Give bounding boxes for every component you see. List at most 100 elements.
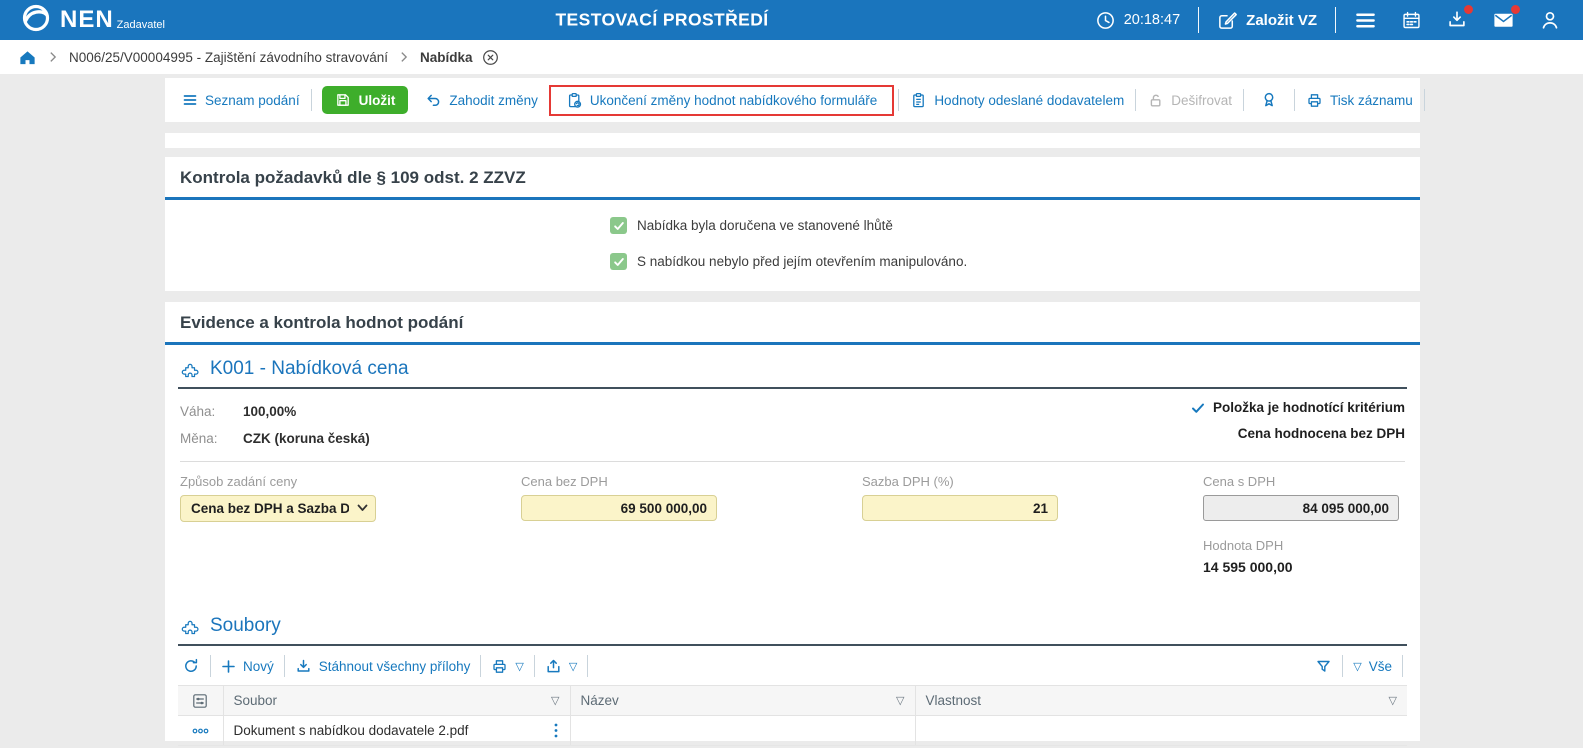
certificate-button[interactable] [1246, 91, 1292, 109]
green-checkbox-icon[interactable] [610, 217, 627, 234]
row-menu-dots-icon[interactable] [552, 722, 560, 739]
create-vz-button[interactable]: Založit VZ [1205, 10, 1329, 31]
vat-amount-block: Hodnota DPH 14 595 000,00 [1203, 538, 1399, 575]
main-menu-button[interactable] [1342, 9, 1389, 32]
user-profile-button[interactable] [1527, 9, 1573, 31]
printer-icon [1306, 92, 1323, 109]
vat-rate-input[interactable] [862, 495, 1058, 521]
decrypt-label: Dešifrovat [1171, 93, 1232, 108]
column-filter-triangle-icon[interactable]: ▽ [1389, 694, 1397, 707]
price-without-vat-input[interactable] [521, 495, 717, 521]
calendar-icon [1401, 10, 1422, 31]
clipboard-icon [910, 92, 927, 109]
price-entry-mode-select[interactable]: Cena bez DPH a Sazba DPH [180, 495, 376, 522]
environment-title: TESTOVACÍ PROSTŘEDÍ [555, 10, 768, 31]
flag-price-without-vat: Cena hodnocena bez DPH [1191, 426, 1405, 441]
close-tab-icon[interactable] [482, 49, 499, 66]
divider [534, 655, 535, 677]
column-header-vlastnost[interactable]: Vlastnost ▽ [915, 686, 1407, 716]
refresh-button[interactable] [180, 657, 208, 675]
column-settings-header[interactable] [178, 686, 223, 716]
column-header-soubor[interactable]: Soubor ▽ [223, 686, 570, 716]
divider [1402, 655, 1403, 677]
kontrola-section: Kontrola požadavků dle § 109 odst. 2 ZZV… [165, 157, 1420, 291]
price-without-vat-field: Cena bez DPH [521, 474, 717, 575]
plus-icon [221, 659, 236, 674]
view-all-button[interactable]: ▽ Vše [1345, 659, 1400, 674]
green-checkbox-icon[interactable] [610, 253, 627, 270]
column-header-nazev[interactable]: Název ▽ [570, 686, 915, 716]
end-value-change-button[interactable]: Ukončení změny hodnot nabídkového formul… [557, 92, 886, 109]
dropdown-triangle-icon[interactable]: ▽ [569, 660, 577, 673]
seznam-podani-button[interactable]: Seznam podání [173, 92, 309, 108]
divider [1135, 89, 1136, 111]
breadcrumb-item-nabidka[interactable]: Nabídka [420, 50, 473, 65]
supplier-values-button[interactable]: Hodnoty odeslané dodavatelem [901, 92, 1133, 109]
decrypt-button[interactable]: Dešifrovat [1138, 92, 1241, 109]
create-vz-label: Založit VZ [1246, 12, 1317, 29]
check-delivered-label: Nabídka byla doručena ve stanovené lhůtě [637, 218, 893, 233]
collapsed-strip [165, 133, 1420, 148]
downloads-button[interactable] [1434, 9, 1480, 31]
divider [311, 89, 312, 111]
file-name-cell[interactable]: Dokument s nabídkou dodavatele 2.pdf [223, 716, 570, 746]
clipboard-refresh-icon [566, 92, 583, 109]
divider [587, 655, 588, 677]
notification-dot [1511, 5, 1520, 14]
file-vlastnost-cell[interactable] [915, 716, 1407, 746]
messages-button[interactable] [1480, 9, 1527, 32]
printer-icon [491, 658, 508, 675]
file-name[interactable]: Dokument s nabídkou dodavatele 2.pdf [234, 723, 469, 738]
download-all-attachments-button[interactable]: Stáhnout všechny přílohy [287, 658, 479, 675]
table-row[interactable]: Dokument s nabídkou dodavatele 2.pdf [178, 716, 1407, 746]
record-toolbar: Seznam podání Uložit Zahodit změny [165, 78, 1420, 122]
brand-name: NEN [60, 2, 114, 38]
new-file-button[interactable]: Nový [213, 659, 282, 674]
mena-label: Měna: [180, 431, 243, 446]
nen-logo-icon [20, 2, 52, 34]
breadcrumb-item-procedure[interactable]: N006/25/V00004995 - Zajištění závodního … [69, 50, 388, 65]
price-entry-mode-field: Způsob zadání ceny Cena bez DPH a Sazba … [180, 474, 376, 575]
save-label: Uložit [359, 93, 396, 108]
print-record-button[interactable]: Tisk záznamu [1297, 92, 1422, 109]
price-with-vat-label: Cena s DPH [1203, 474, 1399, 489]
column-filter-triangle-icon[interactable]: ▽ [551, 694, 559, 707]
divider [1294, 89, 1295, 111]
flag-evaluation-criterion: Položka je hodnotící kritérium [1191, 400, 1405, 415]
filter-button[interactable] [1307, 658, 1340, 675]
envelope-icon [1492, 9, 1515, 32]
clock-value: 20:18:47 [1124, 12, 1180, 28]
lock-open-icon [1147, 92, 1164, 109]
flag-evaluation-criterion-label: Položka je hodnotící kritérium [1213, 400, 1405, 415]
kontrola-checks: Nabídka byla doručena ve stanovené lhůtě… [165, 200, 1420, 270]
column-filter-triangle-icon[interactable]: ▽ [896, 694, 904, 707]
vat-amount-value: 14 595 000,00 [1203, 559, 1399, 575]
save-floppy-icon [335, 92, 351, 108]
kontrola-section-title: Kontrola požadavků dle § 109 odst. 2 ZZV… [165, 157, 1420, 200]
nen-logo[interactable]: NEN Zadavatel [20, 2, 165, 38]
dropdown-triangle-icon[interactable]: ▽ [515, 660, 523, 673]
print-record-label: Tisk záznamu [1330, 93, 1413, 108]
calendar-button[interactable] [1389, 10, 1434, 31]
k001-form: Způsob zadání ceny Cena bez DPH a Sazba … [180, 474, 1407, 575]
seznam-podani-label: Seznam podání [205, 93, 300, 108]
price-with-vat-input[interactable] [1203, 495, 1399, 521]
puzzle-icon [180, 616, 201, 637]
edit-icon [1217, 10, 1238, 31]
filter-funnel-icon [1315, 658, 1332, 675]
column-header-vlastnost-label: Vlastnost [926, 693, 982, 708]
home-icon[interactable] [18, 48, 37, 67]
print-files-button[interactable]: ▽ [483, 658, 531, 675]
discard-changes-label: Zahodit změny [449, 93, 538, 108]
app-header: NEN Zadavatel TESTOVACÍ PROSTŘEDÍ 20:18:… [0, 0, 1583, 40]
save-button[interactable]: Uložit [322, 86, 409, 114]
discard-changes-button[interactable]: Zahodit změny [416, 92, 547, 109]
row-actions-cell[interactable] [178, 716, 223, 746]
view-all-label: Vše [1369, 659, 1392, 674]
export-files-button[interactable]: ▽ [537, 658, 585, 675]
evidence-section: Evidence a kontrola hodnot podání K001 -… [165, 302, 1420, 741]
check-delivered-on-time: Nabídka byla doručena ve stanovené lhůtě [610, 217, 1420, 234]
files-title: Soubory [210, 615, 281, 637]
brand-role: Zadavatel [117, 19, 165, 31]
file-nazev-cell[interactable] [570, 716, 915, 746]
